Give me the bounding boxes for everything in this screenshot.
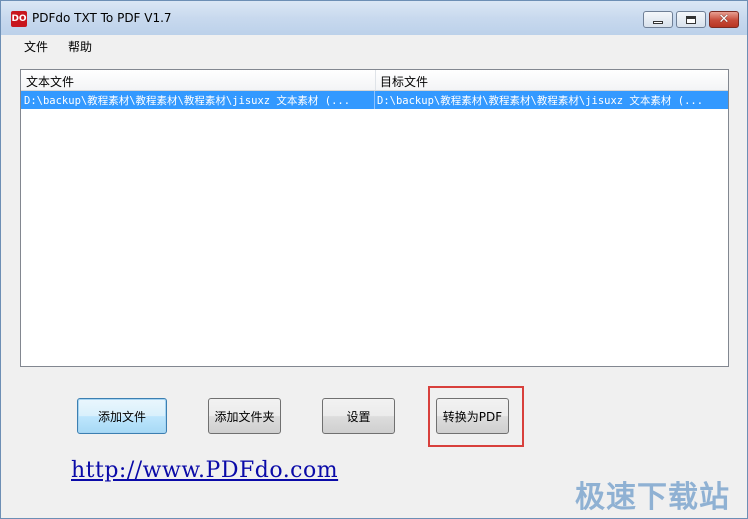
menu-bar: 文件 帮助 [1, 35, 747, 57]
convert-to-pdf-button[interactable]: 转换为PDF [436, 398, 509, 434]
file-list[interactable]: 文本文件 目标文件 D:\backup\教程素材\教程素材\教程素材\jisux… [20, 69, 729, 367]
file-list-header: 文本文件 目标文件 [21, 70, 728, 91]
app-logo-icon: DO [11, 11, 27, 27]
row-source-path: D:\backup\教程素材\教程素材\教程素材\jisuxz 文本素材 (..… [24, 95, 351, 107]
app-window: DO PDFdo TXT To PDF V1.7 ✕ 文件 帮助 文本文件 目标… [0, 0, 748, 519]
add-folder-button[interactable]: 添加文件夹 [208, 398, 281, 434]
table-row[interactable]: D:\backup\教程素材\教程素材\教程素材\jisuxz 文本素材 (..… [21, 91, 728, 109]
title-bar[interactable]: DO PDFdo TXT To PDF V1.7 ✕ [1, 1, 747, 35]
column-divider[interactable] [375, 70, 376, 90]
column-header-target[interactable]: 目标文件 [380, 73, 428, 90]
window-title: PDFdo TXT To PDF V1.7 [32, 11, 172, 25]
menu-file[interactable]: 文件 [22, 38, 50, 55]
maximize-button[interactable] [676, 11, 706, 28]
minimize-icon [653, 21, 663, 24]
maximize-icon [686, 15, 696, 24]
website-link[interactable]: http://www.PDFdo.com [71, 458, 338, 483]
row-divider [374, 91, 375, 109]
menu-help[interactable]: 帮助 [66, 38, 94, 55]
column-header-source[interactable]: 文本文件 [26, 73, 74, 90]
watermark-text: 极速下载站 [575, 480, 730, 515]
row-target-path: D:\backup\教程素材\教程素材\教程素材\jisuxz 文本素材 (..… [377, 95, 704, 107]
close-button[interactable]: ✕ [709, 11, 739, 28]
minimize-button[interactable] [643, 11, 673, 28]
settings-button[interactable]: 设置 [322, 398, 395, 434]
close-icon: ✕ [718, 11, 730, 27]
add-file-button[interactable]: 添加文件 [77, 398, 167, 434]
